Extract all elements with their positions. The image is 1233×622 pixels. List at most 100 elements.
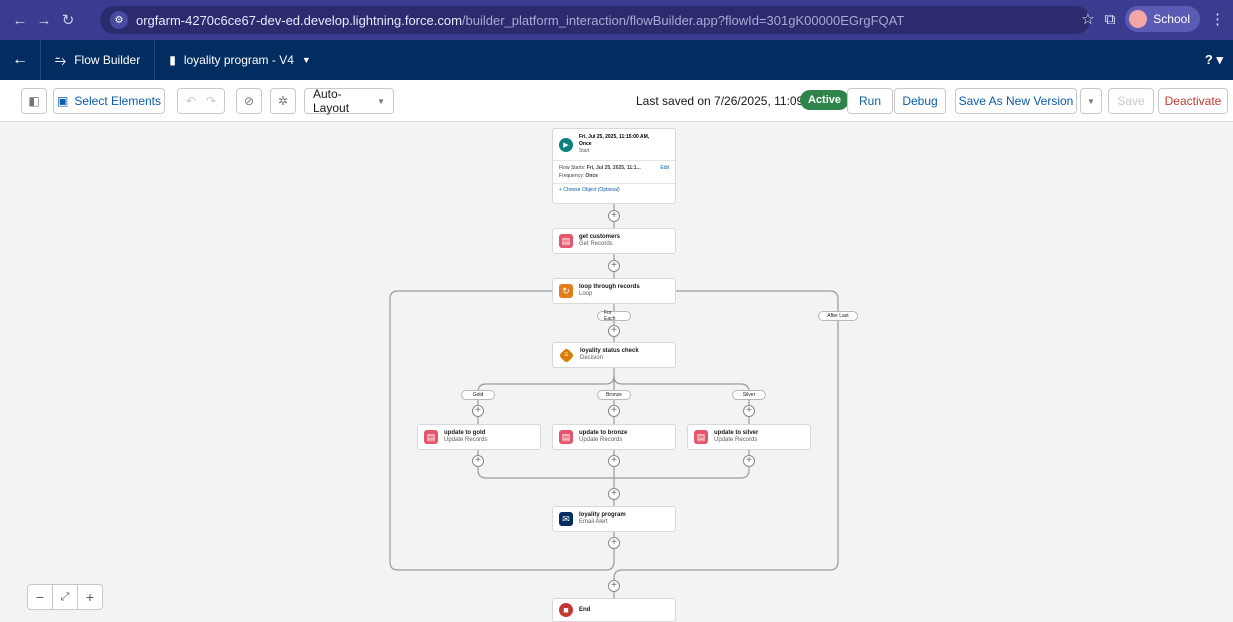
- settings-button[interactable]: ✲: [270, 88, 296, 114]
- get-customers-element[interactable]: ▤ get customers Get Records: [552, 228, 676, 254]
- email-alert-element[interactable]: ✉ loyality program Email Alert: [552, 506, 676, 532]
- app-name: ⥲ Flow Builder: [41, 52, 154, 69]
- back-arrow-icon[interactable]: ←: [8, 12, 32, 29]
- update-records-icon: ▤: [559, 430, 573, 444]
- back-icon[interactable]: ←: [0, 51, 40, 69]
- element-type: Decision: [580, 355, 604, 361]
- url-text: orgfarm-4270c6ce67-dev-ed.develop.lightn…: [136, 12, 905, 28]
- update-silver-element[interactable]: ▤ update to silver Update Records: [687, 424, 811, 450]
- start-title: Fri, Jul 25, 2025, 11:15:00 AM,: [579, 134, 650, 140]
- start-element[interactable]: ▶ Fri, Jul 25, 2025, 11:15:00 AM, Once S…: [552, 128, 676, 204]
- site-info-icon[interactable]: ⚙: [110, 11, 128, 29]
- run-button[interactable]: Run: [847, 88, 893, 114]
- update-bronze-element[interactable]: ▤ update to bronze Update Records: [552, 424, 676, 450]
- save-label: Save: [1117, 94, 1145, 108]
- zoom-in-button[interactable]: +: [78, 585, 102, 609]
- update-gold-element[interactable]: ▤ update to gold Update Records: [417, 424, 541, 450]
- profile-button[interactable]: School: [1125, 6, 1200, 32]
- add-element-button[interactable]: +: [608, 260, 620, 272]
- error-check-button[interactable]: ⊘: [236, 88, 262, 114]
- add-element-button[interactable]: +: [608, 210, 620, 222]
- save-options-dropdown[interactable]: ▼: [1080, 88, 1102, 114]
- add-element-button[interactable]: +: [743, 405, 755, 417]
- chevron-down-icon: ▼: [1087, 96, 1095, 106]
- edit-link[interactable]: Edit: [660, 164, 669, 172]
- element-title: update to silver: [714, 430, 759, 436]
- for-each-label: For Each: [597, 310, 631, 322]
- flow-canvas[interactable]: ▶ Fri, Jul 25, 2025, 11:15:00 AM, Once S…: [0, 122, 1233, 622]
- element-type: Get Records: [579, 241, 613, 247]
- branch-label-gold: Gold: [461, 390, 495, 400]
- undo-icon[interactable]: ↶: [186, 94, 196, 108]
- flow-name-label: loyality program - V4: [183, 53, 294, 67]
- element-title: update to gold: [444, 430, 486, 436]
- decision-element[interactable]: ≡ loyality status check Decision: [552, 342, 676, 368]
- flow-starts-row: Flow Starts: Fri, Jul 25, 2025, 11:1...: [559, 165, 641, 171]
- chevron-down-icon: ▼: [377, 96, 385, 106]
- update-records-icon: ▤: [694, 430, 708, 444]
- add-element-button[interactable]: +: [608, 488, 620, 500]
- layout-mode-label: Auto-Layout: [313, 87, 350, 115]
- end-element[interactable]: ■ End: [552, 598, 676, 622]
- block-icon: ⊘: [243, 94, 255, 108]
- save-button[interactable]: Save: [1108, 88, 1154, 114]
- decision-icon: ≡: [558, 347, 575, 363]
- browser-toolbar: ← → ↻ ⚙ orgfarm-4270c6ce67-dev-ed.develo…: [0, 0, 1233, 40]
- element-title: get customers: [579, 234, 621, 240]
- debug-button[interactable]: Debug: [894, 88, 946, 114]
- element-type: Update Records: [579, 437, 623, 443]
- layout-mode-select[interactable]: Auto-Layout ▼: [304, 87, 394, 115]
- run-label: Run: [858, 94, 881, 108]
- element-title: update to bronze: [579, 430, 628, 436]
- help-menu[interactable]: ? ▾: [1205, 52, 1223, 68]
- add-element-button[interactable]: +: [472, 455, 484, 467]
- branch-label-silver: Silver: [732, 390, 766, 400]
- avatar: [1129, 10, 1148, 28]
- element-title: loyality status check: [580, 348, 639, 354]
- add-element-button[interactable]: +: [608, 325, 620, 337]
- add-element-button[interactable]: +: [608, 580, 620, 592]
- select-elements-label: Select Elements: [74, 94, 162, 108]
- stop-icon: ■: [559, 603, 573, 617]
- redo-icon[interactable]: ↷: [206, 94, 216, 108]
- add-element-button[interactable]: +: [608, 455, 620, 467]
- get-records-icon: ▤: [559, 234, 573, 248]
- add-element-button[interactable]: +: [608, 537, 620, 549]
- start-title-2: Once: [579, 141, 592, 147]
- toggle-panel-button[interactable]: ◧: [21, 88, 47, 114]
- add-element-button[interactable]: +: [743, 455, 755, 467]
- loop-element[interactable]: ↻ loop through records Loop: [552, 278, 676, 304]
- address-bar[interactable]: ⚙ orgfarm-4270c6ce67-dev-ed.develop.ligh…: [100, 6, 1090, 34]
- add-element-button[interactable]: +: [608, 405, 620, 417]
- flow-name-menu[interactable]: ▮ loyality program - V4 ▼: [155, 53, 325, 67]
- update-records-icon: ▤: [424, 430, 438, 444]
- element-type: Email Alert: [579, 519, 608, 525]
- bookmark-star-icon[interactable]: ☆: [1081, 10, 1094, 28]
- select-elements-icon: ▣: [56, 94, 69, 108]
- loop-icon: ↻: [559, 284, 573, 298]
- status-badge: Active: [800, 90, 850, 110]
- select-elements-button[interactable]: ▣ Select Elements: [53, 88, 165, 114]
- reload-icon[interactable]: ↻: [56, 11, 80, 29]
- flow-builder-header: ← ⥲ Flow Builder ▮ loyality program - V4…: [0, 40, 1233, 80]
- gear-icon: ✲: [277, 94, 289, 108]
- start-type: Start: [579, 148, 590, 154]
- browser-menu-icon[interactable]: ⋮: [1210, 10, 1225, 28]
- add-element-button[interactable]: +: [472, 405, 484, 417]
- element-title: loyality program: [579, 512, 626, 518]
- element-type: Loop: [579, 291, 593, 297]
- element-type: Update Records: [444, 437, 488, 443]
- choose-object-link[interactable]: + Choose Object (Optional): [553, 183, 675, 196]
- undo-redo-group: ↶ ↷: [177, 88, 225, 114]
- zoom-controls: − ⤢ +: [27, 584, 103, 610]
- zoom-out-button[interactable]: −: [28, 585, 53, 609]
- fit-to-view-button[interactable]: ⤢: [53, 585, 78, 609]
- email-icon: ✉: [559, 512, 573, 526]
- extensions-icon[interactable]: ⧉: [1105, 11, 1116, 28]
- element-title: End: [579, 606, 591, 613]
- forward-arrow-icon[interactable]: →: [32, 12, 56, 29]
- save-as-new-version-button[interactable]: Save As New Version: [955, 88, 1077, 114]
- deactivate-button[interactable]: Deactivate: [1158, 88, 1228, 114]
- element-type: Update Records: [714, 437, 758, 443]
- last-saved-text: Last saved on 7/26/2025, 11:09 AM: [636, 94, 824, 108]
